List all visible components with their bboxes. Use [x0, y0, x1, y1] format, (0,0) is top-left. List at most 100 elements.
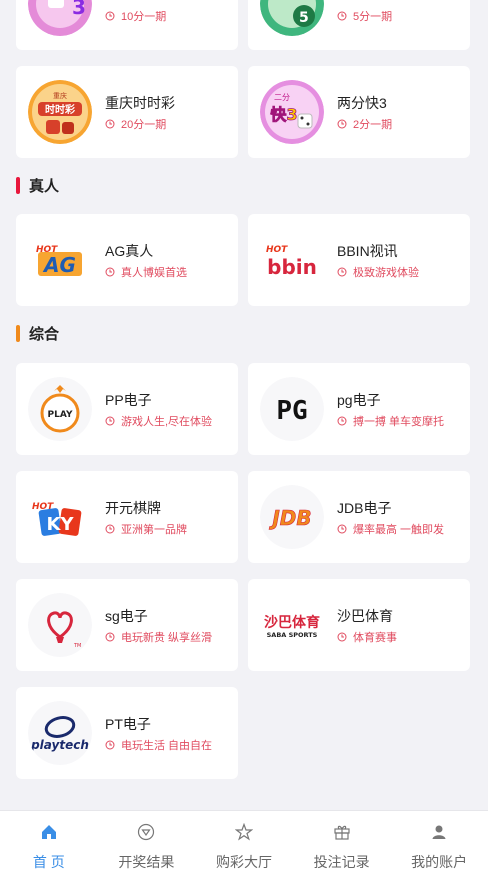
- svg-text:JDB: JDB: [268, 506, 311, 530]
- nav-account[interactable]: 我的账户: [390, 811, 488, 879]
- pp-logo: PLAY: [28, 377, 92, 441]
- home-icon: [41, 825, 56, 839]
- nav-label: 首 页: [32, 854, 65, 870]
- svg-text:重庆: 重庆: [53, 91, 67, 100]
- svg-text:时时彩: 时时彩: [45, 103, 75, 116]
- star-icon: [234, 823, 253, 841]
- svg-text:3: 3: [72, 0, 86, 19]
- section-title-text: 真人: [29, 178, 60, 195]
- game-name: 沙巴体育: [337, 608, 393, 624]
- game-card-ky[interactable]: HOT KY 开元棋牌 亚洲第一品牌: [16, 471, 238, 563]
- game-name: JDB电子: [337, 500, 392, 516]
- lottery-5-logo: 5: [260, 0, 324, 36]
- nav-label: 投注记录: [313, 854, 370, 870]
- game-name: sg电子: [105, 608, 148, 624]
- nav-bets[interactable]: 投注记录: [293, 811, 391, 879]
- game-period: 5分一期: [337, 8, 392, 24]
- clock-icon: [337, 632, 347, 642]
- ag-logo: HOT AG: [28, 228, 92, 292]
- game-period: 20分一期: [105, 116, 166, 132]
- game-desc: 体育赛事: [337, 629, 397, 645]
- game-card-lottery-3[interactable]: 3 10分一期: [16, 0, 238, 50]
- nav-results[interactable]: 开奖结果: [98, 811, 196, 879]
- cqssc-logo: 时时彩 重庆: [28, 80, 92, 144]
- game-desc: 电玩生活 自由自在: [105, 737, 212, 753]
- nav-home[interactable]: 首 页: [0, 811, 98, 879]
- clock-icon: [105, 119, 115, 129]
- game-desc-text: 游戏人生,尽在体验: [121, 416, 213, 428]
- lottery-3-logo: 3: [28, 0, 92, 36]
- game-desc-text: 搏一搏 单车变摩托: [353, 416, 445, 428]
- svg-text:TM: TM: [73, 643, 81, 649]
- game-name: 两分快3: [337, 95, 387, 111]
- user-icon: [432, 825, 446, 839]
- game-card-pg[interactable]: PG pg电子 搏一搏 单车变摩托: [248, 363, 470, 455]
- game-desc: 极致游戏体验: [337, 264, 419, 280]
- game-card-lottery-5[interactable]: 5 5分一期: [248, 0, 470, 50]
- game-card-jdb[interactable]: JDB JDB电子 爆率最高 一触即发: [248, 471, 470, 563]
- clock-icon: [105, 632, 115, 642]
- bottom-nav: 首 页 开奖结果 购彩大厅 投注记录 我的账户: [0, 810, 488, 879]
- saba-logo: 沙巴体育 SABA SPORTS: [260, 593, 324, 657]
- game-desc-text: 真人博娱首选: [121, 267, 187, 279]
- clock-icon: [105, 11, 115, 21]
- game-desc: 搏一搏 单车变摩托: [337, 413, 444, 429]
- game-card-k3[interactable]: 二分快3 两分快3 2分一期: [248, 66, 470, 158]
- clock-icon: [337, 119, 347, 129]
- nav-label: 购彩大厅: [215, 854, 272, 870]
- svg-text:PLAY: PLAY: [48, 410, 73, 420]
- pg-logo: PG: [260, 377, 324, 441]
- nav-label: 我的账户: [411, 854, 468, 870]
- svg-text:bbin: bbin: [267, 255, 317, 279]
- game-desc: 爆率最高 一触即发: [337, 521, 444, 537]
- clock-icon: [337, 267, 347, 277]
- section-general-title: 综合: [16, 323, 59, 344]
- svg-text:AG: AG: [42, 253, 76, 277]
- game-desc-text: 爆率最高 一触即发: [353, 524, 445, 536]
- game-card-sg[interactable]: TM sg电子 电玩新贵 纵享丝滑: [16, 579, 238, 671]
- svg-text:HOT: HOT: [266, 245, 288, 255]
- game-card-pp[interactable]: PLAY PP电子 游戏人生,尽在体验: [16, 363, 238, 455]
- game-desc-text: 亚洲第一品牌: [121, 524, 187, 536]
- game-desc: 游戏人生,尽在体验: [105, 413, 212, 429]
- game-name: AG真人: [105, 243, 154, 259]
- game-period-text: 20分一期: [121, 119, 167, 131]
- game-card-saba[interactable]: 沙巴体育 SABA SPORTS 沙巴体育 体育赛事: [248, 579, 470, 671]
- svg-text:SABA SPORTS: SABA SPORTS: [267, 631, 318, 639]
- game-desc: 真人博娱首选: [105, 264, 187, 280]
- sg-logo: TM: [28, 593, 92, 657]
- game-name: PT电子: [105, 716, 151, 732]
- game-desc: 电玩新贵 纵享丝滑: [105, 629, 212, 645]
- game-desc-text: 极致游戏体验: [353, 267, 419, 279]
- svg-text:二分: 二分: [274, 93, 290, 102]
- game-card-pt[interactable]: playtech PT电子 电玩生活 自由自在: [16, 687, 238, 779]
- svg-text:快3: 快3: [270, 105, 297, 124]
- clock-icon: [337, 416, 347, 426]
- svg-text:PG: PG: [276, 396, 307, 426]
- clock-icon: [337, 11, 347, 21]
- game-name: PP电子: [105, 392, 152, 408]
- svg-text:KY: KY: [47, 514, 75, 535]
- jdb-logo: JDB: [260, 485, 324, 549]
- game-desc-text: 电玩生活 自由自在: [121, 740, 213, 752]
- game-card-cqssc[interactable]: 时时彩 重庆 重庆时时彩 20分一期: [16, 66, 238, 158]
- section-bar: [16, 177, 20, 194]
- section-bar: [16, 325, 20, 342]
- nav-lobby[interactable]: 购彩大厅: [195, 811, 293, 879]
- game-period: 2分一期: [337, 116, 392, 132]
- game-period-text: 2分一期: [353, 119, 393, 131]
- gift-icon: [333, 825, 350, 840]
- game-list: 3 10分一期 5 5分一期 时时彩 重庆 重庆时时彩 20分一期 二分快3: [0, 0, 488, 810]
- svg-text:5: 5: [299, 10, 309, 26]
- section-live-title: 真人: [16, 175, 59, 196]
- svg-text:沙巴体育: 沙巴体育: [264, 614, 320, 631]
- k3-logo: 二分快3: [260, 80, 324, 144]
- game-name: BBIN视讯: [337, 243, 398, 259]
- svg-text:playtech: playtech: [30, 738, 89, 752]
- nav-label: 开奖结果: [118, 854, 175, 870]
- game-card-bbin[interactable]: HOT bbin BBIN视讯 极致游戏体验: [248, 214, 470, 306]
- clock-icon: [105, 524, 115, 534]
- clock-icon: [105, 267, 115, 277]
- game-card-ag[interactable]: HOT AG AG真人 真人博娱首选: [16, 214, 238, 306]
- clock-icon: [105, 740, 115, 750]
